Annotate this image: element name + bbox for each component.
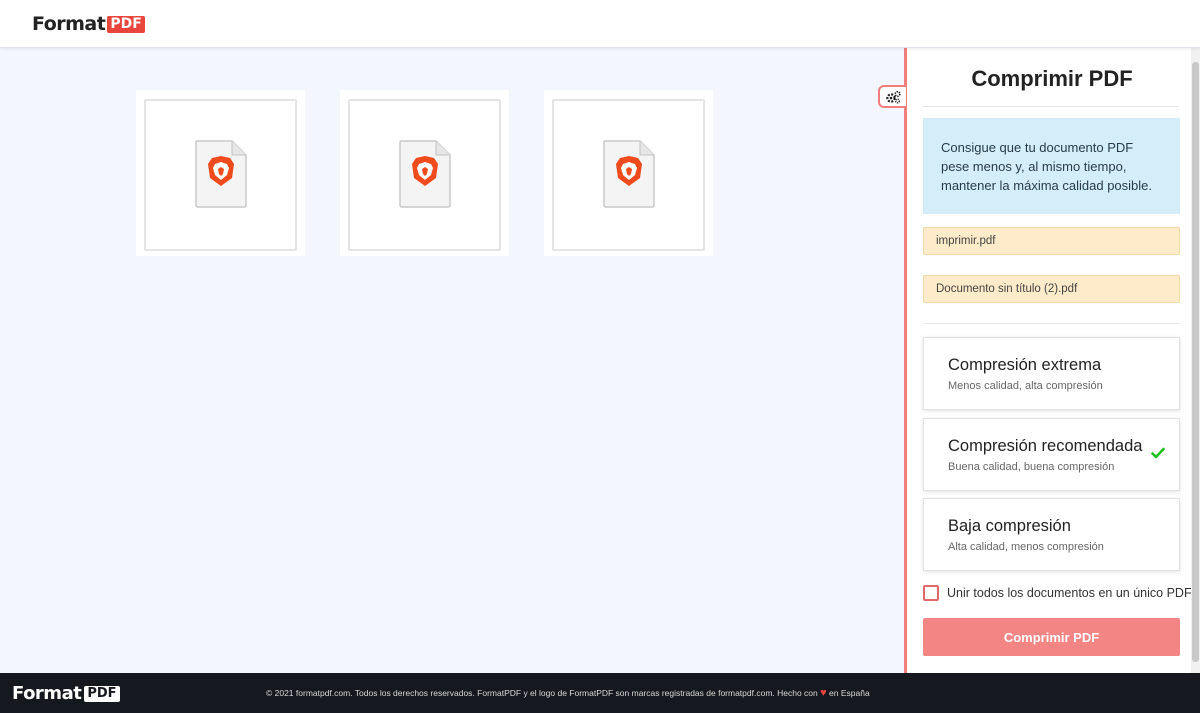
footer-logo[interactable]: Format PDF [12,683,120,704]
divider [923,323,1179,324]
logo-badge: PDF [107,15,145,33]
option-title: Compresión extrema [948,356,1102,374]
settings-toggle-button[interactable] [878,85,906,108]
option-title: Baja compresión [948,517,1071,535]
option-subtitle: Alta calidad, menos compresión [948,541,1104,553]
merge-label[interactable]: Unir todos los documentos en un único PD… [947,586,1194,600]
sidebar-scrollbar[interactable] [1191,48,1200,673]
thumbnail-frame [348,99,501,251]
copyright-text: © 2021 formatpdf.com. Todos los derechos… [266,687,870,699]
footer-logo-word: Format [12,683,82,704]
header: Format PDF [0,0,1200,48]
option-recommended-compression[interactable]: Compresión recomendada Buena calidad, bu… [923,418,1180,491]
footer: Format PDF © 2021 formatpdf.com. Todos l… [0,673,1200,713]
thumbnail-frame [144,99,297,251]
option-low-compression[interactable]: Baja compresión Alta calidad, menos comp… [923,498,1180,571]
pdf-file-icon [195,140,247,208]
file-chip: Documento sin título (2).pdf [923,275,1180,303]
divider [923,106,1179,107]
pdf-thumbnail[interactable] [340,90,509,256]
merge-option[interactable]: Unir todos los documentos en un único PD… [923,585,1194,601]
checkmark-icon [1151,447,1165,459]
gears-icon [886,90,901,103]
sidebar-title: Comprimir PDF [971,66,1133,91]
thumbnail-frame [552,99,705,251]
pdf-file-icon [603,140,655,208]
pdf-thumbnail[interactable] [544,90,713,256]
compress-pdf-button[interactable]: Comprimir PDF [923,618,1180,656]
heart-icon: ♥ [820,687,827,699]
pdf-thumbnail[interactable] [136,90,305,256]
scrollbar-thumb[interactable] [1192,62,1199,662]
compress-sidebar: Comprimir PDF Consigue que tu documento … [904,48,1200,673]
option-extreme-compression[interactable]: Compresión extrema Menos calidad, alta c… [923,337,1180,410]
option-subtitle: Menos calidad, alta compresión [948,380,1103,392]
info-message: Consigue que tu documento PDF pese menos… [923,118,1180,214]
pdf-file-icon [399,140,451,208]
logo[interactable]: Format PDF [32,13,145,35]
logo-word: Format [32,13,106,35]
file-chip: imprimir.pdf [923,227,1180,255]
footer-logo-badge: PDF [84,685,120,702]
copyright-main: © 2021 formatpdf.com. Todos los derechos… [266,688,818,698]
copyright-tail: en España [829,688,870,698]
option-title: Compresión recomendada [948,437,1143,455]
option-subtitle: Buena calidad, buena compresión [948,461,1115,473]
merge-checkbox[interactable] [923,585,939,601]
